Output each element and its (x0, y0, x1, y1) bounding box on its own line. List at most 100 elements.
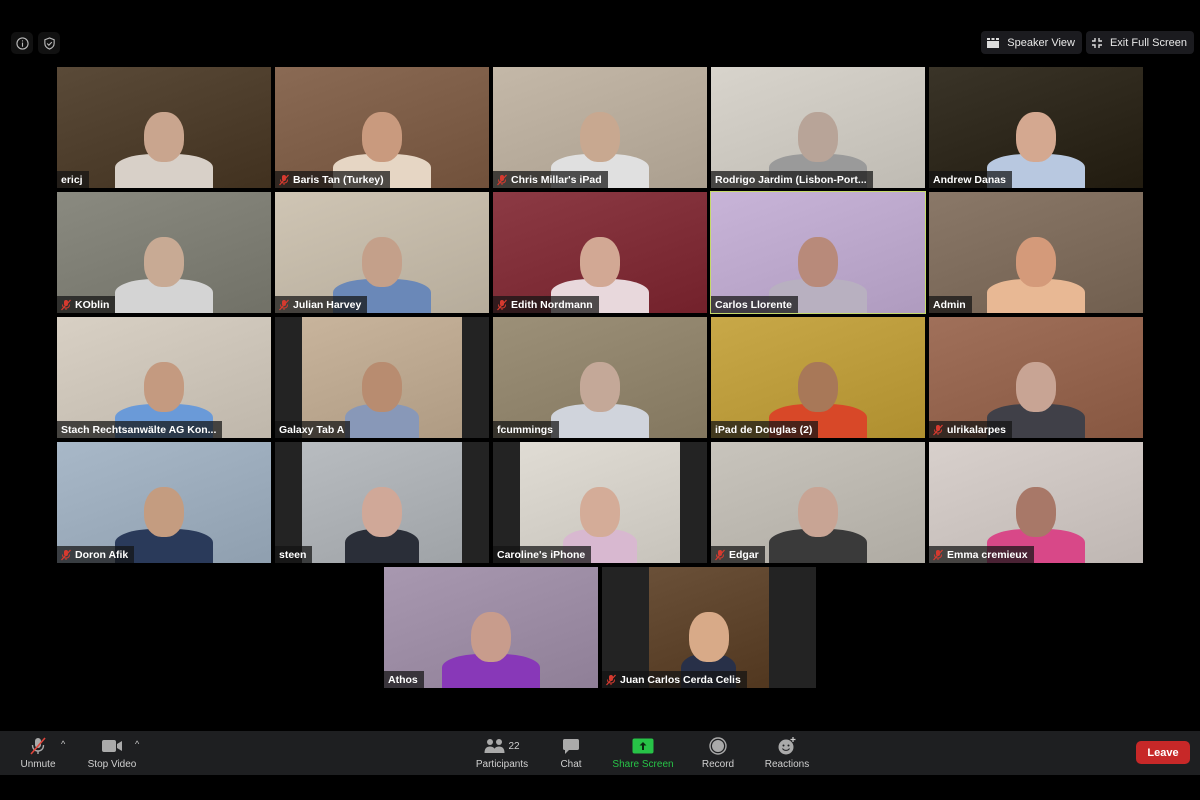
video-feed (520, 442, 680, 563)
participant-video-tile[interactable]: Baris Tan (Turkey) (275, 67, 489, 188)
stop-video-button[interactable]: Stop Video (84, 731, 140, 775)
person-face (689, 612, 729, 662)
microphone-muted-icon (933, 549, 943, 560)
participant-video-tile[interactable]: Rodrigo Jardim (Lisbon-Port... (711, 67, 925, 188)
participant-video-tile[interactable]: Edith Nordmann (493, 192, 707, 313)
participant-video-tile[interactable]: Julian Harvey (275, 192, 489, 313)
participant-name: Rodrigo Jardim (Lisbon-Port... (715, 173, 867, 186)
participant-video-tile[interactable]: Juan Carlos Cerda Celis (602, 567, 816, 688)
person-face (1016, 487, 1056, 537)
participant-video-tile[interactable]: Carlos Llorente (710, 191, 926, 314)
participant-name-label: Baris Tan (Turkey) (275, 171, 390, 188)
video-feed (711, 67, 925, 188)
participant-video-tile[interactable]: Emma cremieux (929, 442, 1143, 563)
participant-video-tile[interactable]: ericj (57, 67, 271, 188)
microphone-muted-icon (279, 174, 289, 185)
participant-name: Chris Millar's iPad (511, 173, 602, 186)
video-feed (57, 67, 271, 188)
participant-name: Edgar (729, 548, 759, 561)
participant-name: Baris Tan (Turkey) (293, 173, 384, 186)
person-face (471, 612, 511, 662)
person-face (1016, 362, 1056, 412)
participant-video-tile[interactable]: Doron Afik (57, 442, 271, 563)
unmute-label: Unmute (20, 759, 56, 770)
person-face (1016, 237, 1056, 287)
microphone-muted-icon (30, 737, 46, 755)
participant-name-label: Rodrigo Jardim (Lisbon-Port... (711, 171, 873, 188)
participant-name: Athos (388, 673, 418, 686)
video-feed (929, 192, 1143, 313)
participant-video-tile[interactable]: Andrew Danas (929, 67, 1143, 188)
participant-name-label: Carlos Llorente (711, 296, 799, 313)
participant-video-tile[interactable]: Athos (384, 567, 598, 688)
person-face (362, 362, 402, 412)
participant-name-label: Edgar (711, 546, 765, 563)
participants-button[interactable]: 22 Participants (472, 731, 532, 775)
participant-name-label: iPad de Douglas (2) (711, 421, 819, 438)
audio-options-caret[interactable]: ^ (61, 739, 65, 749)
person-face (580, 112, 620, 162)
video-feed (302, 442, 462, 563)
unmute-button[interactable]: Unmute (14, 731, 62, 775)
microphone-muted-icon (279, 299, 289, 310)
video-feed (57, 442, 271, 563)
person-face (144, 237, 184, 287)
participant-name: Doron Afik (75, 548, 129, 561)
participant-name-label: Admin (929, 296, 972, 313)
participant-video-tile[interactable]: Edgar (711, 442, 925, 563)
video-feed (929, 317, 1143, 438)
video-feed (929, 442, 1143, 563)
participant-name: Admin (933, 298, 966, 311)
participant-video-tile[interactable]: fcummings (493, 317, 707, 438)
person-face (144, 362, 184, 412)
participant-video-tile[interactable]: iPad de Douglas (2) (711, 317, 925, 438)
participant-name-label: Galaxy Tab A (275, 421, 351, 438)
leave-button[interactable]: Leave (1136, 741, 1190, 764)
person-face (798, 487, 838, 537)
participant-video-tile[interactable]: Chris Millar's iPad (493, 67, 707, 188)
participant-name: Edith Nordmann (511, 298, 593, 311)
video-feed (275, 67, 489, 188)
participant-name-label: Chris Millar's iPad (493, 171, 608, 188)
person-face (798, 112, 838, 162)
person-face (362, 112, 402, 162)
video-feed (711, 317, 925, 438)
participant-video-tile[interactable]: Caroline's iPhone (493, 442, 707, 563)
video-options-caret[interactable]: ^ (135, 739, 139, 749)
participant-video-tile[interactable]: steen (275, 442, 489, 563)
person-face (1016, 112, 1056, 162)
person-face (144, 112, 184, 162)
reactions-button[interactable]: Reactions (762, 731, 812, 775)
chat-button[interactable]: Chat (553, 731, 589, 775)
share-screen-icon (632, 738, 654, 754)
participant-name: Stach Rechtsanwälte AG Kon... (61, 423, 217, 436)
video-feed (493, 192, 707, 313)
participant-name: Emma cremieux (947, 548, 1028, 561)
record-icon (709, 737, 727, 755)
person-face (580, 362, 620, 412)
participant-name-label: Edith Nordmann (493, 296, 599, 313)
person-face (798, 362, 838, 412)
meeting-toolbar: Unmute ^ Stop Video ^ 22 Participants Ch… (0, 731, 1200, 775)
participant-name-label: fcummings (493, 421, 560, 438)
participant-name: steen (279, 548, 307, 561)
reactions-label: Reactions (764, 759, 810, 770)
share-screen-button[interactable]: Share Screen (610, 731, 676, 775)
participant-video-tile[interactable]: Stach Rechtsanwälte AG Kon... (57, 317, 271, 438)
participant-video-tile[interactable]: Admin (929, 192, 1143, 313)
participants-icon (484, 739, 505, 753)
chat-bubble-icon (563, 738, 579, 754)
record-label: Record (701, 759, 735, 770)
participant-name: Galaxy Tab A (279, 423, 345, 436)
stop-video-label: Stop Video (87, 759, 137, 770)
microphone-muted-icon (61, 549, 71, 560)
person-face (798, 237, 838, 287)
participant-video-tile[interactable]: Galaxy Tab A (275, 317, 489, 438)
participant-name-label: KOblin (57, 296, 116, 313)
participant-name: iPad de Douglas (2) (715, 423, 813, 436)
participant-name: Carlos Llorente (715, 298, 793, 311)
record-button[interactable]: Record (698, 731, 738, 775)
gallery-view-grid: ericj Baris Tan (Turkey) Chris Millar's iP… (0, 0, 1200, 725)
participant-video-tile[interactable]: ulrikalarpes (929, 317, 1143, 438)
participant-video-tile[interactable]: KOblin (57, 192, 271, 313)
